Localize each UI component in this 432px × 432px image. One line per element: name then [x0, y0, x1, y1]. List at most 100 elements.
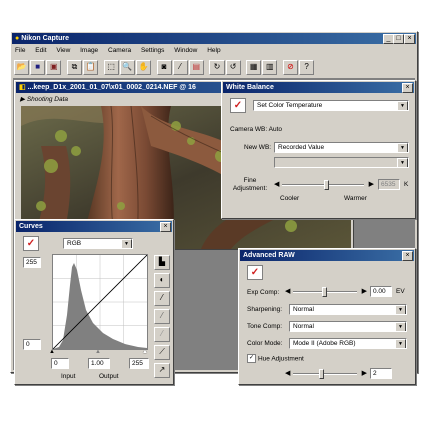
chevron-down-icon[interactable]: ▼	[397, 101, 408, 110]
kelvin-unit: K	[404, 181, 409, 188]
curves-apply-checkbox[interactable]: ✓	[23, 236, 39, 251]
chevron-down-icon[interactable]: ▼	[395, 322, 406, 331]
color-mode-value: Mode II (Adobe RGB)	[293, 340, 356, 347]
chevron-down-icon[interactable]: ▼	[397, 158, 408, 167]
curves-palette: Curves × ✓ RGB ▼ 255 0 ▲ ▲ ▲ 0 1.00 255 …	[14, 219, 174, 385]
save-as-icon[interactable]: ▣	[46, 60, 62, 75]
slider-right-arrow-icon[interactable]: ▶	[362, 369, 367, 377]
new-wb-value: Recorded Value	[278, 144, 325, 151]
new-wb-select[interactable]: Recorded Value ▼	[274, 142, 409, 153]
chevron-down-icon[interactable]: ▼	[397, 143, 408, 152]
curves-titlebar: Curves	[16, 221, 172, 232]
camera-wb-value: Auto	[268, 126, 283, 133]
slider-right-arrow-icon[interactable]: ▶	[362, 287, 367, 295]
curves-title: Curves	[19, 223, 43, 230]
color-icon[interactable]: ▤	[188, 60, 204, 75]
sharpening-select[interactable]: Normal ▼	[289, 304, 407, 315]
wb-slider[interactable]: ◀ ▶	[274, 180, 374, 190]
slider-left-arrow-icon[interactable]: ◀	[285, 369, 290, 377]
curve-reset-icon[interactable]: ↗	[154, 363, 170, 378]
hand-icon[interactable]: ✋	[135, 60, 151, 75]
paste-icon[interactable]: 📋	[83, 60, 99, 75]
output-high-field[interactable]: 255	[23, 257, 41, 268]
zoom-icon[interactable]: 🔍	[119, 60, 135, 75]
color-mode-select[interactable]: Mode II (Adobe RGB) ▼	[289, 338, 407, 349]
wb-apply-checkbox[interactable]: ✓	[230, 98, 246, 113]
help-icon[interactable]: ?	[299, 60, 315, 75]
rotate-cw-icon[interactable]: ↻	[209, 60, 225, 75]
copy-icon[interactable]: ⧉	[66, 60, 82, 75]
advanced-raw-palette: Advanced RAW × ✓ Exp Comp: ◀ ▶ 0.00 EV S…	[238, 248, 416, 385]
raw-close-button[interactable]: ×	[402, 251, 413, 261]
warmer-label: Warmer	[344, 195, 367, 202]
brush-icon[interactable]: ⁄	[172, 60, 188, 75]
exp-comp-unit: EV	[396, 288, 405, 295]
tone-comp-label: Tone Comp:	[247, 323, 283, 330]
hue-slider[interactable]: ◀ ▶	[285, 369, 367, 379]
menu-file[interactable]: File	[15, 47, 25, 54]
wb-close-button[interactable]: ×	[402, 83, 413, 93]
slider-right-arrow-icon[interactable]: ▶	[369, 180, 374, 188]
camera-wb-label: Camera WB:	[230, 126, 268, 133]
new-wb-label: New WB:	[244, 144, 272, 151]
slider-left-arrow-icon[interactable]: ◀	[285, 287, 290, 295]
rotate-ccw-icon[interactable]: ↺	[225, 60, 241, 75]
kelvin-field[interactable]: 6535	[378, 179, 400, 190]
chevron-down-icon[interactable]: ▼	[395, 305, 406, 314]
black-point-thumb[interactable]: ▲	[49, 349, 55, 355]
fine-adjustment-label: Fine Adjustment:	[232, 177, 268, 192]
wb-mode-select[interactable]: Set Color Temperature ▼	[253, 100, 409, 111]
input-high-field[interactable]: 255	[129, 358, 149, 369]
wb-secondary-select[interactable]: ▼	[274, 157, 409, 168]
hue-value-field[interactable]: 2	[370, 368, 392, 379]
curves-close-button[interactable]: ×	[160, 222, 171, 232]
channel-select[interactable]: RGB ▼	[63, 238, 133, 249]
exp-comp-field[interactable]: 0.00	[370, 286, 392, 297]
eyedropper-gray-icon[interactable]: ⁄	[154, 309, 170, 324]
menu-help[interactable]: Help	[207, 47, 220, 54]
grid-icon[interactable]: ▦	[246, 60, 262, 75]
open-icon[interactable]: 📂	[14, 60, 30, 75]
gray-point-thumb[interactable]: ▲	[95, 349, 101, 355]
panel-icon[interactable]: ▥	[262, 60, 278, 75]
menu-edit[interactable]: Edit	[35, 47, 46, 54]
chevron-down-icon[interactable]: ▼	[121, 239, 132, 248]
gamma-field[interactable]: 1.00	[88, 358, 110, 369]
curve-graph[interactable]	[52, 254, 148, 350]
checkbox-checked-icon[interactable]: ✓	[247, 354, 256, 363]
menu-bar: File Edit View Image Camera Settings Win…	[15, 47, 229, 57]
app-title: Nikon Capture	[21, 35, 70, 42]
menu-window[interactable]: Window	[174, 47, 197, 54]
output-low-field[interactable]: 0	[23, 339, 41, 350]
raw-apply-checkbox[interactable]: ✓	[247, 265, 263, 280]
shooting-data-toggle[interactable]: ▶ Shooting Data	[20, 95, 68, 104]
menu-camera[interactable]: Camera	[108, 47, 131, 54]
select-icon[interactable]: ⬚	[103, 60, 119, 75]
stop-icon[interactable]: ⊘	[282, 60, 298, 75]
contrast-icon[interactable]: ◐	[154, 273, 170, 288]
hue-adjustment-label: Hue Adjustment	[257, 355, 304, 363]
eyedropper-black-icon[interactable]: ⁄	[154, 291, 170, 306]
hue-slider-thumb[interactable]	[318, 369, 324, 379]
histogram-icon[interactable]: ▙	[154, 255, 170, 270]
sharpening-label: Sharpening:	[247, 306, 283, 313]
tone-comp-select[interactable]: Normal ▼	[289, 321, 407, 332]
slider-left-arrow-icon[interactable]: ◀	[274, 180, 279, 188]
save-icon[interactable]: ■	[30, 60, 46, 75]
exp-slider-thumb[interactable]	[322, 287, 327, 297]
wb-slider-thumb[interactable]	[324, 180, 330, 190]
hue-adjustment-checkbox[interactable]: ✓ Hue Adjustment	[247, 354, 304, 363]
curve-linear-icon[interactable]: ⟋	[154, 345, 170, 360]
menu-image[interactable]: Image	[80, 47, 98, 54]
maximize-button[interactable]: □	[393, 34, 404, 44]
menu-view[interactable]: View	[56, 47, 70, 54]
input-low-field[interactable]: 0	[51, 358, 69, 369]
white-point-thumb[interactable]: ▲	[142, 349, 148, 355]
exp-comp-slider[interactable]: ◀ ▶	[285, 287, 367, 297]
eyedropper-white-icon[interactable]: ⁄	[154, 327, 170, 342]
close-button[interactable]: ×	[404, 34, 415, 44]
input-sliders[interactable]: ▲ ▲ ▲	[49, 349, 151, 357]
chevron-down-icon[interactable]: ▼	[395, 339, 406, 348]
menu-settings[interactable]: Settings	[141, 47, 165, 54]
camera-icon[interactable]: ◙	[156, 60, 172, 75]
